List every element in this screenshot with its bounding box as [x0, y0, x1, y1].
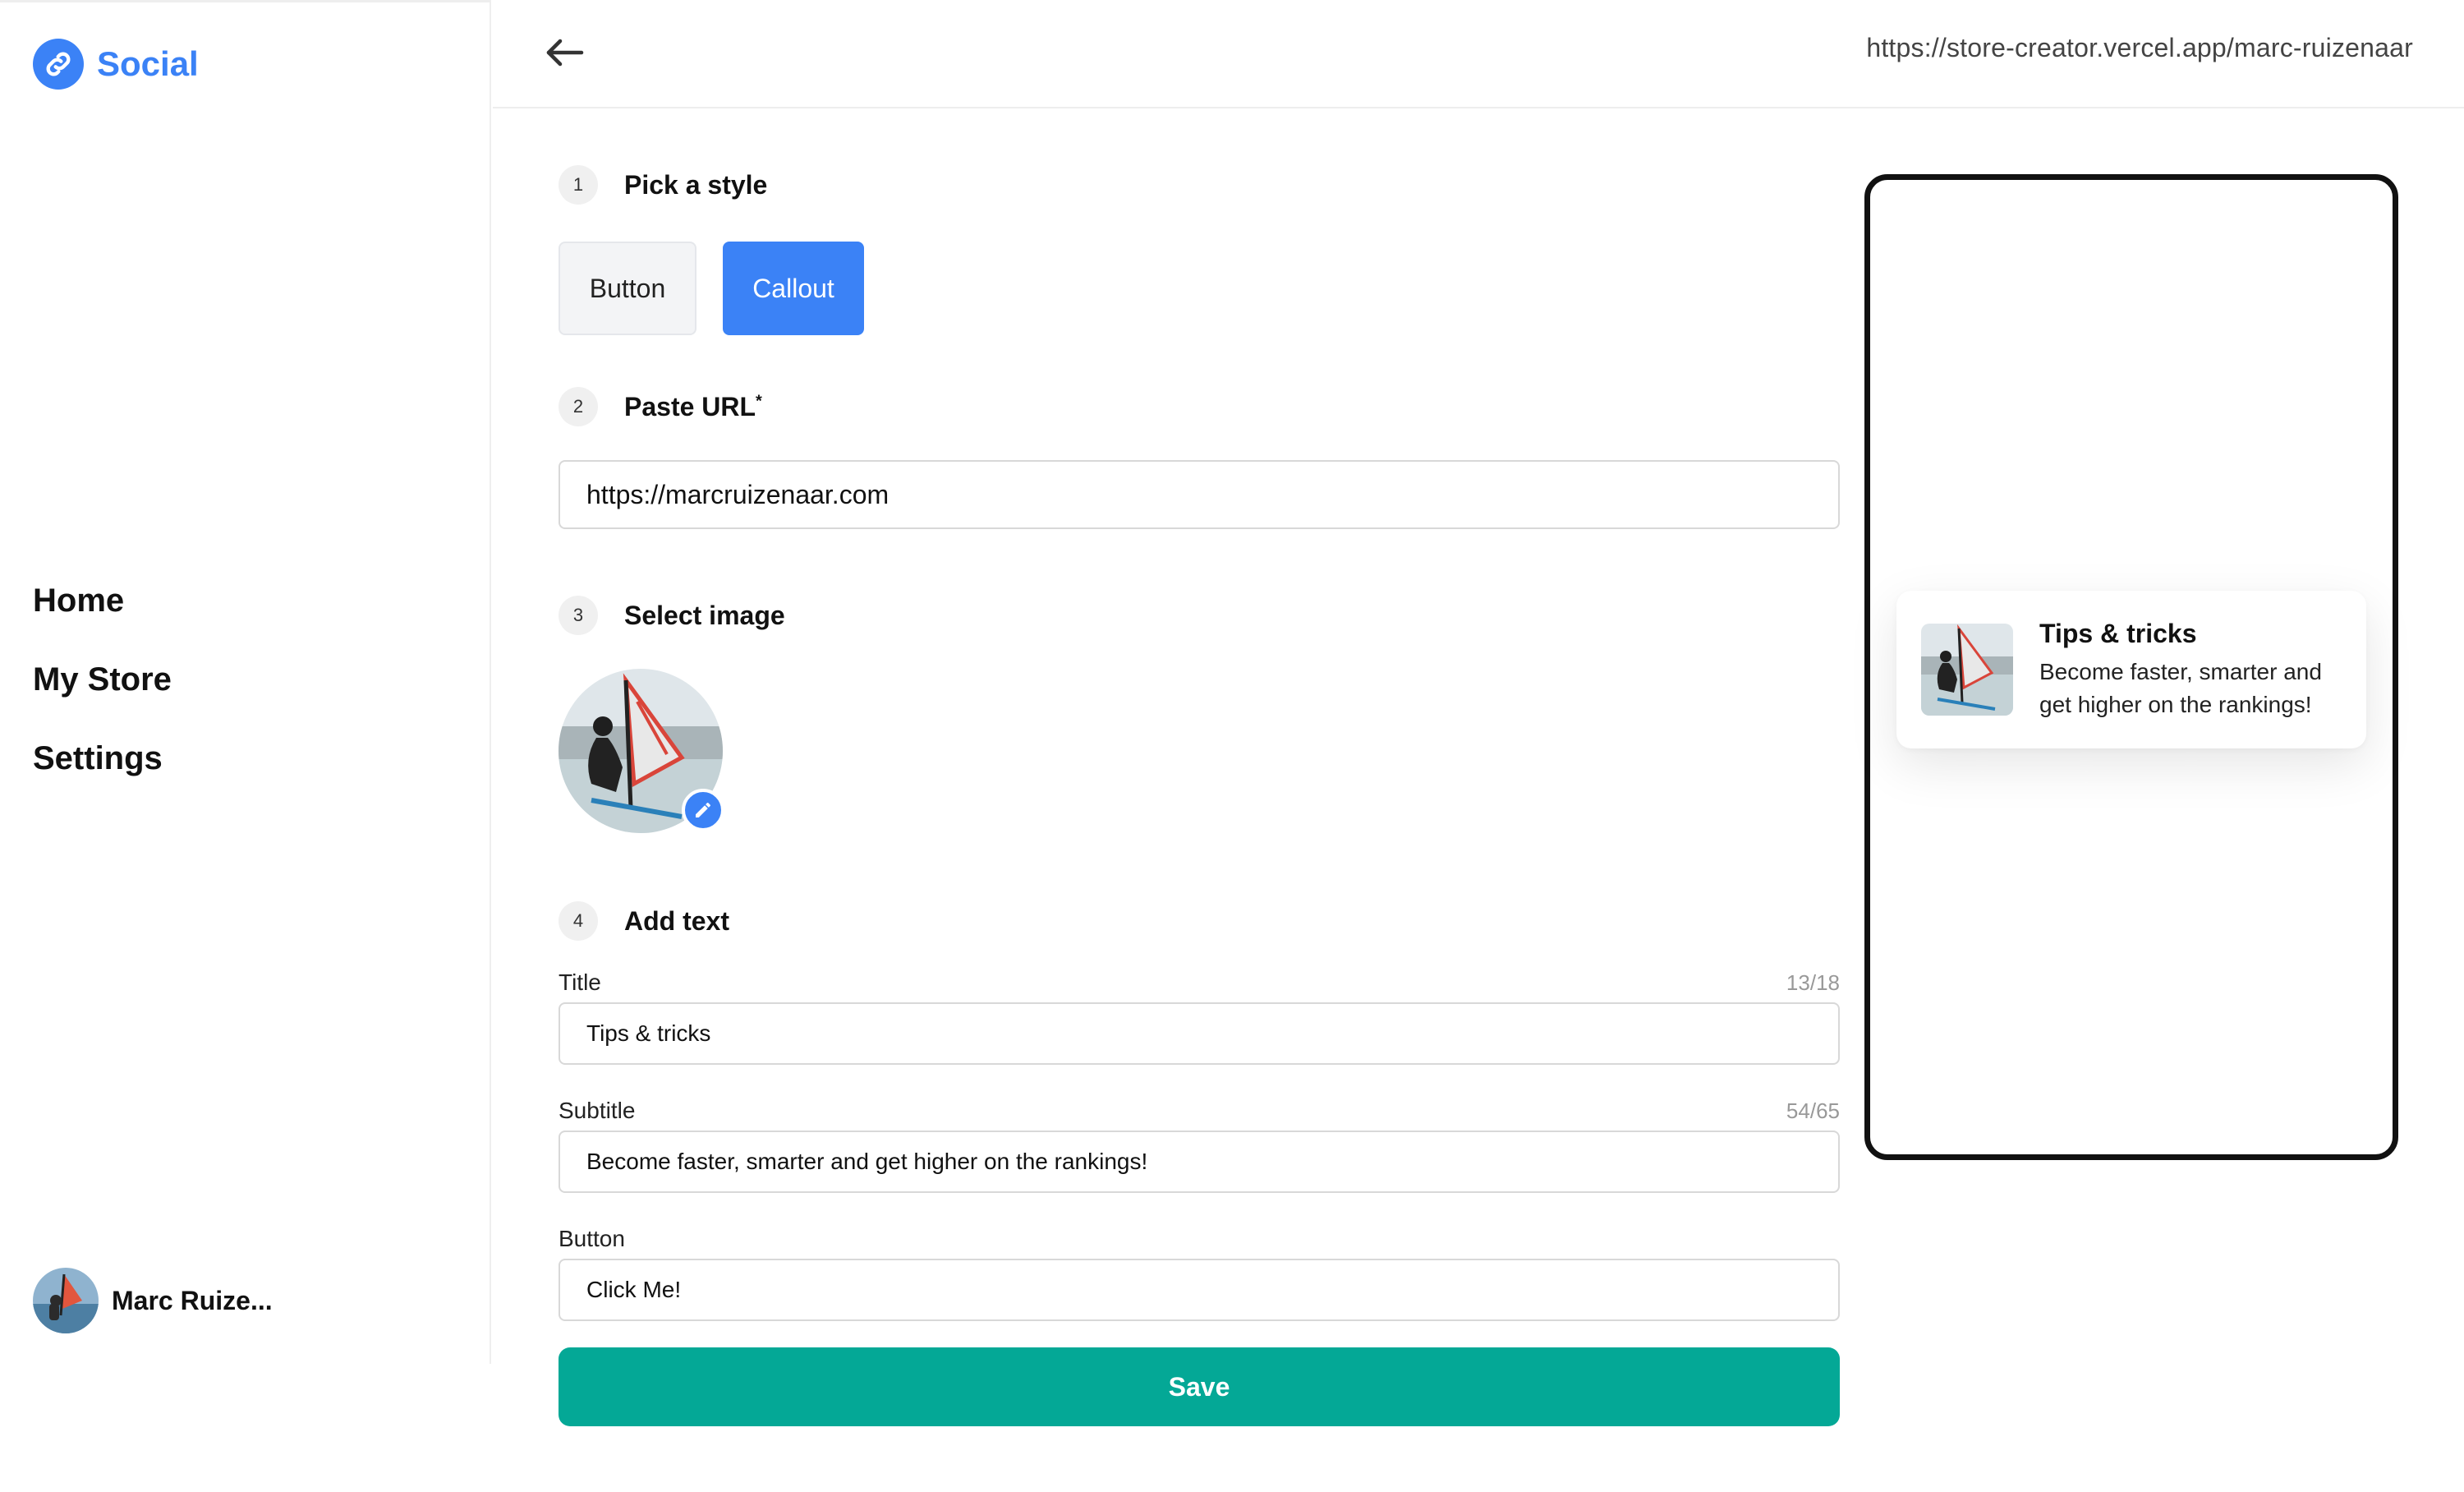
step-number: 4	[559, 901, 598, 941]
step-title: Select image	[624, 600, 785, 630]
sidebar-item-my-store[interactable]: My Store	[33, 656, 172, 735]
back-button[interactable]	[540, 30, 590, 76]
title-input[interactable]: Tips & tricks	[559, 1002, 1840, 1065]
step-title: Add text	[624, 905, 729, 936]
step-pick-style: 1 Pick a style	[559, 164, 1840, 205]
step-number: 3	[559, 596, 598, 635]
url-input[interactable]: https://marcruizenaar.com	[559, 460, 1840, 529]
subtitle-label: Subtitle	[559, 1098, 636, 1123]
step-title: Paste URL*	[624, 392, 762, 422]
step-select-image: 3 Select image	[559, 595, 1840, 636]
phone-preview: Tips & tricks Become faster, smarter and…	[1864, 174, 2398, 1160]
required-mark: *	[756, 391, 762, 410]
arrow-left-icon	[546, 39, 584, 67]
sidebar-item-settings[interactable]: Settings	[33, 735, 172, 814]
button-text-input[interactable]: Click Me!	[559, 1259, 1840, 1321]
step-number: 1	[559, 165, 598, 205]
sidebar-item-home[interactable]: Home	[33, 578, 172, 656]
app-logo[interactable]: Social	[33, 39, 199, 90]
callout-preview-card[interactable]: Tips & tricks Become faster, smarter and…	[1896, 591, 2366, 748]
step-add-text: 4 Add text	[559, 900, 1840, 942]
pencil-icon	[696, 803, 710, 817]
style-button-option[interactable]: Button	[559, 242, 696, 335]
store-url-link[interactable]: https://store-creator.vercel.app/marc-ru…	[1866, 33, 2413, 63]
step-title-text: Paste URL	[624, 391, 756, 421]
title-field-header: Title 13/18	[559, 963, 1840, 996]
callout-subtitle: Become faster, smarter and get higher on…	[2039, 658, 2322, 717]
button-text-label: Button	[559, 1226, 625, 1251]
callout-text: Tips & tricks Become faster, smarter and…	[2039, 619, 2351, 721]
callout-title: Tips & tricks	[2039, 618, 2197, 648]
step-title: Pick a style	[624, 169, 768, 200]
button-field-header: Button	[559, 1219, 1840, 1252]
app-name: Social	[97, 44, 199, 83]
step-paste-url: 2 Paste URL*	[559, 386, 1840, 427]
image-picker[interactable]	[559, 669, 724, 833]
sidebar-nav: Home My Store Settings	[33, 578, 172, 814]
step-number: 2	[559, 387, 598, 426]
subtitle-field-header: Subtitle 54/65	[559, 1091, 1840, 1124]
avatar	[33, 1268, 99, 1333]
style-options: Button Callout	[559, 242, 1840, 335]
link-icon	[33, 39, 84, 90]
top-bar: https://store-creator.vercel.app/marc-ru…	[493, 0, 2464, 108]
sidebar: Social Home My Store Settings Marc Ruize…	[0, 0, 491, 1364]
save-button[interactable]: Save	[559, 1347, 1840, 1426]
style-callout-option[interactable]: Callout	[723, 242, 864, 335]
user-profile[interactable]: Marc Ruize...	[33, 1268, 273, 1333]
title-label: Title	[559, 969, 601, 995]
title-char-count: 13/18	[1786, 970, 1840, 995]
subtitle-char-count: 54/65	[1786, 1098, 1840, 1123]
edit-image-button[interactable]	[682, 789, 724, 831]
subtitle-input[interactable]: Become faster, smarter and get higher on…	[559, 1131, 1840, 1193]
callout-thumbnail	[1921, 624, 2013, 716]
link-editor-form: 1 Pick a style Button Callout 2 Paste UR…	[559, 164, 1840, 1426]
user-name: Marc Ruize...	[112, 1285, 273, 1315]
